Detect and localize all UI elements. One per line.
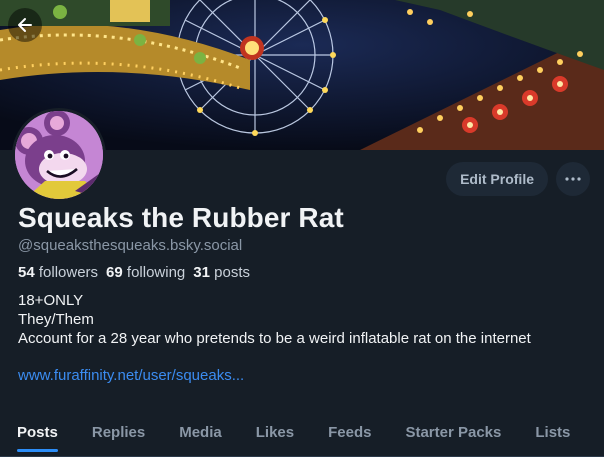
more-options-button[interactable]	[556, 162, 590, 196]
followers-stat[interactable]: 54 followers	[18, 264, 98, 281]
profile-info: Squeaks the Rubber Rat @squeaksthesqueak…	[18, 202, 594, 384]
tab-replies[interactable]: Replies	[75, 412, 162, 452]
profile-actions: Edit Profile	[446, 162, 590, 196]
followers-label: followers	[38, 264, 99, 281]
bio-line: 18+ONLY	[18, 292, 84, 309]
tab-posts[interactable]: Posts	[0, 412, 75, 452]
profile-tabs: Posts Replies Media Likes Feeds Starter …	[0, 412, 604, 457]
profile-handle: @squeaksthesqueaks.bsky.social	[18, 237, 243, 254]
tab-starter-packs[interactable]: Starter Packs	[388, 412, 518, 452]
following-label: following	[126, 264, 186, 281]
posts-stat: 31 posts	[193, 264, 250, 281]
posts-label: posts	[214, 264, 250, 281]
tab-likes[interactable]: Likes	[239, 412, 311, 452]
posts-count: 31	[193, 264, 210, 281]
profile-bio: 18+ONLY They/Them Account for a 28 year …	[18, 291, 594, 348]
followers-count: 54	[18, 264, 35, 281]
display-name: Squeaks the Rubber Rat	[18, 202, 344, 233]
profile-stats: 54 followers 69 following 31 posts	[18, 264, 594, 281]
avatar[interactable]	[12, 108, 106, 202]
tab-media[interactable]: Media	[162, 412, 239, 452]
edit-profile-button[interactable]: Edit Profile	[446, 162, 548, 196]
tab-lists[interactable]: Lists	[518, 412, 587, 452]
following-stat[interactable]: 69 following	[106, 264, 185, 281]
following-count: 69	[106, 264, 123, 281]
ellipsis-icon	[565, 177, 581, 181]
bio-line: Account for a 28 year who pretends to be…	[18, 330, 531, 347]
tab-feeds[interactable]: Feeds	[311, 412, 388, 452]
back-button[interactable]	[8, 8, 42, 42]
bio-line: They/Them	[18, 311, 94, 328]
arrow-left-icon	[18, 18, 32, 32]
profile-link[interactable]: www.furaffinity.net/user/squeaks...	[18, 367, 594, 384]
